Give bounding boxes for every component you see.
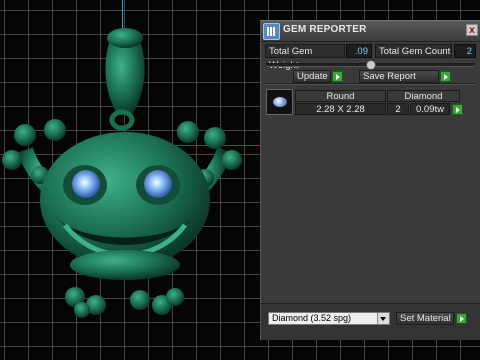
total-gem-weight-value: .09 bbox=[346, 44, 372, 58]
gem-reporter-panel: GEM REPORTER x Total Gem Weight .09 Tota… bbox=[260, 20, 480, 340]
total-gem-weight-label: Total Gem Weight bbox=[265, 44, 345, 71]
gem-row-arrow-icon[interactable] bbox=[452, 104, 463, 115]
gem-reporter-app-icon bbox=[263, 23, 280, 40]
gem-weight-cell: 0.09tw bbox=[410, 103, 450, 115]
gem-count-cell: 2 bbox=[387, 103, 409, 115]
gem-table-header-shape: Round bbox=[295, 90, 386, 102]
gem-table-header-material: Diamond bbox=[387, 90, 460, 102]
update-arrow-icon[interactable] bbox=[332, 71, 343, 82]
gem-table: Round Diamond 2.28 X 2.28 2 0.09tw bbox=[266, 89, 476, 117]
chevron-down-icon[interactable] bbox=[377, 313, 389, 324]
gem-size-cell: 2.28 X 2.28 bbox=[295, 103, 386, 115]
diamond-gem-icon bbox=[266, 89, 293, 115]
panel-titlebar[interactable]: GEM REPORTER x bbox=[261, 21, 480, 42]
slider-handle[interactable] bbox=[366, 60, 376, 70]
material-select-value: Diamond (3.52 spg) bbox=[272, 313, 352, 323]
set-material-arrow-icon[interactable] bbox=[456, 313, 467, 324]
right-eye-gem bbox=[144, 170, 172, 198]
save-report-button[interactable]: Save Report bbox=[359, 70, 439, 83]
set-material-button[interactable]: Set Material bbox=[396, 312, 454, 325]
frog-pendant-model[interactable] bbox=[0, 0, 260, 340]
divider bbox=[265, 83, 476, 85]
material-select[interactable]: Diamond (3.52 spg) bbox=[268, 312, 390, 325]
total-gem-count-label: Total Gem Count bbox=[375, 44, 452, 58]
update-button[interactable]: Update bbox=[293, 70, 331, 83]
panel-title: GEM REPORTER bbox=[283, 24, 367, 35]
save-report-arrow-icon[interactable] bbox=[440, 71, 451, 82]
left-eye-gem bbox=[72, 170, 100, 198]
close-icon[interactable]: x bbox=[466, 24, 478, 36]
total-gem-count-value: 2 bbox=[454, 44, 476, 58]
